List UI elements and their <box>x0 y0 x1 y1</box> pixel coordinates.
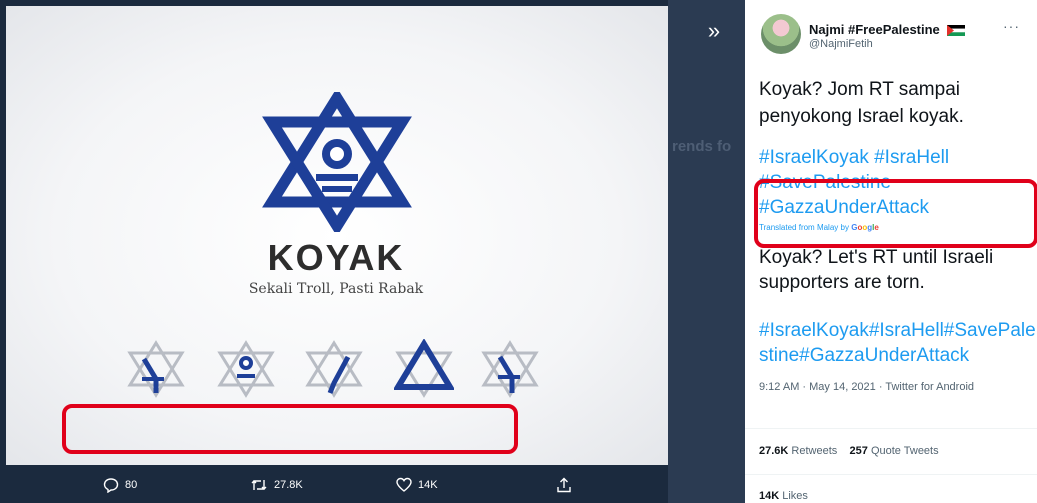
expand-panel-button[interactable]: » <box>700 18 728 46</box>
author-handle[interactable]: @NajmiFetih <box>809 38 873 50</box>
heart-icon <box>396 477 412 492</box>
brand-name: KOYAK <box>267 237 405 278</box>
background-trends-heading: rends fo <box>672 138 732 155</box>
logo-variant-3-icon <box>305 340 363 398</box>
retweet-count: 27.8K <box>274 479 303 491</box>
translated-text: Koyak? Let's RT until Israeli supporters… <box>759 247 994 293</box>
divider <box>745 474 1037 475</box>
tweet-timestamp[interactable]: 9:12 AM · May 14, 2021 · Twitter for And… <box>759 378 1019 396</box>
tweet-text: Koyak? Jom RT sampai penyokong Israel ko… <box>759 79 964 127</box>
media-action-bar: 80 27.8K 14K <box>0 469 668 503</box>
brand-tagline: Sekali Troll, Pasti Rabak <box>248 281 424 297</box>
like-count: 14K <box>418 479 438 491</box>
reply-count: 80 <box>125 479 138 491</box>
retweet-button[interactable]: 27.8K <box>250 477 303 493</box>
author-name[interactable]: Najmi #FreePalestine <box>809 22 966 37</box>
tweet-detail-panel: Najmi #FreePalestine @NajmiFetih ··· Koy… <box>745 0 1037 503</box>
background-sidebar: rends fo <box>668 0 745 503</box>
avatar[interactable] <box>761 14 801 54</box>
translated-hashtags[interactable]: #IsraelKoyak#IsraHell#SavePalestine#Gazz… <box>759 318 1037 368</box>
retweets-stat[interactable]: 27.6K Retweets <box>759 445 837 457</box>
more-options-icon[interactable]: ··· <box>1003 18 1020 34</box>
logo-variant-2-icon <box>217 340 275 398</box>
retweet-icon <box>251 480 267 490</box>
palestine-flag-icon <box>947 25 966 37</box>
tweet-image[interactable]: KOYAK Sekali Troll, Pasti Rabak <box>6 6 668 465</box>
share-icon <box>557 477 571 493</box>
media-viewer: rends fo » KOYAK Sekali Troll, Pasti Rab… <box>0 0 745 503</box>
highlight-box-image <box>62 404 518 454</box>
like-button[interactable]: 14K <box>396 477 438 493</box>
hashtags-line-1[interactable]: #IsraelKoyak #IsraHell <box>759 145 1037 170</box>
double-chevron-right-icon: » <box>707 18 721 43</box>
likes-stat[interactable]: 14K Likes <box>759 490 808 502</box>
tweet-stats: 27.6K Retweets 257 Quote Tweets <box>759 445 939 457</box>
author-name-text: Najmi #FreePalestine <box>809 22 940 37</box>
divider <box>745 428 1037 429</box>
reply-button[interactable]: 80 <box>103 477 137 493</box>
logo-variant-1-icon <box>127 340 185 398</box>
logo-variant-5-icon <box>481 340 539 398</box>
koyak-logo <box>262 92 412 232</box>
highlight-box-hashtags <box>754 179 1037 248</box>
share-button[interactable] <box>556 477 572 493</box>
quote-tweets-stat[interactable]: 257 Quote Tweets <box>850 445 939 457</box>
logo-variant-4-icon <box>394 339 454 398</box>
reply-icon <box>103 478 119 493</box>
